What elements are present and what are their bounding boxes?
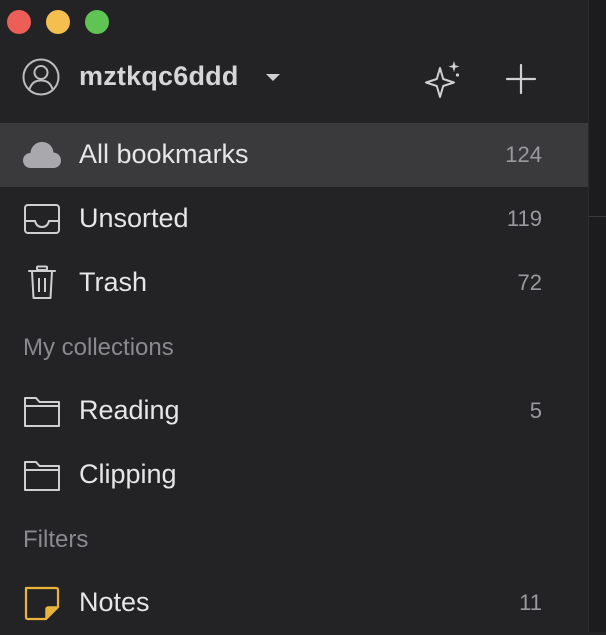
window-controls bbox=[7, 10, 109, 34]
trash-icon bbox=[28, 265, 56, 299]
chevron-down-icon[interactable] bbox=[266, 74, 280, 81]
filters-heading[interactable]: Filters bbox=[23, 526, 88, 554]
close-window-button[interactable] bbox=[7, 10, 31, 34]
nav-count: 72 bbox=[517, 270, 542, 295]
account-username[interactable]: mztkqc6ddd bbox=[79, 61, 239, 92]
collection-item-reading[interactable]: Reading 5 bbox=[0, 379, 588, 443]
filter-label: Notes bbox=[79, 587, 150, 617]
nav-label: All bookmarks bbox=[79, 139, 249, 169]
add-bookmark-plus-icon[interactable] bbox=[504, 62, 538, 96]
collections-heading[interactable]: My collections bbox=[23, 334, 174, 362]
nav-label: Unsorted bbox=[79, 203, 189, 233]
nav-item-trash[interactable]: Trash 72 bbox=[0, 251, 588, 315]
sparkle-icon[interactable] bbox=[420, 58, 464, 102]
content-pane-edge bbox=[588, 0, 606, 632]
filter-item-notes[interactable]: Notes 11 bbox=[0, 571, 588, 635]
minimize-window-button[interactable] bbox=[46, 10, 70, 34]
nav-count: 124 bbox=[505, 142, 542, 167]
sidebar: mztkqc6ddd All bookmarks 124 Unsorted 11… bbox=[0, 0, 588, 632]
inbox-icon bbox=[24, 204, 60, 234]
collection-item-clipping[interactable]: Clipping bbox=[0, 443, 588, 507]
folder-icon bbox=[24, 397, 60, 427]
nav-label: Trash bbox=[79, 267, 148, 297]
collection-label: Reading bbox=[79, 395, 180, 425]
user-avatar-icon[interactable] bbox=[22, 58, 60, 96]
account-header: mztkqc6ddd bbox=[0, 54, 588, 104]
zoom-window-button[interactable] bbox=[85, 10, 109, 34]
nav-item-all-bookmarks[interactable]: All bookmarks 124 bbox=[0, 123, 588, 187]
folder-icon bbox=[24, 461, 60, 491]
note-icon bbox=[24, 586, 60, 621]
nav-count: 119 bbox=[506, 206, 542, 231]
filter-count: 11 bbox=[519, 590, 542, 615]
collection-count: 5 bbox=[529, 398, 542, 423]
divider bbox=[589, 216, 606, 217]
nav-item-unsorted[interactable]: Unsorted 119 bbox=[0, 187, 588, 251]
collection-label: Clipping bbox=[79, 459, 177, 489]
cloud-icon bbox=[23, 142, 61, 168]
